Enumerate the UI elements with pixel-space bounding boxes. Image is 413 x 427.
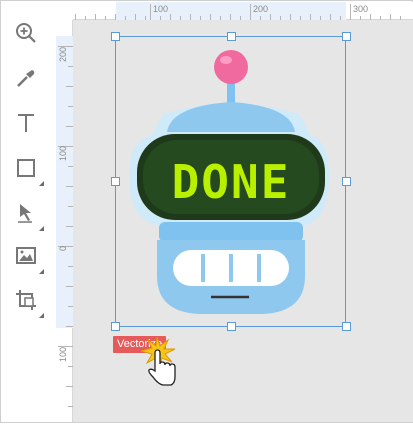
vertical-ruler-ticks: 200 100 0 100 xyxy=(56,36,73,407)
ruler-label: 100 xyxy=(58,347,68,362)
submenu-indicator-icon xyxy=(39,181,44,186)
pen-tool-button[interactable] xyxy=(8,195,44,231)
vertical-ruler: 200 100 0 100 xyxy=(56,20,73,422)
submenu-indicator-icon xyxy=(39,313,44,318)
rectangle-tool-icon xyxy=(17,159,35,177)
submenu-indicator-icon xyxy=(39,226,44,231)
color-picker-icon xyxy=(17,70,35,87)
horizontal-ruler: 100 200 300 xyxy=(73,2,413,20)
ruler-label: 0 xyxy=(58,246,68,251)
horizontal-ruler-ticks: 100 200 300 xyxy=(75,2,401,20)
crop-tool-button[interactable] xyxy=(8,282,44,318)
resize-handle-top[interactable] xyxy=(227,32,236,41)
color-picker-button[interactable] xyxy=(8,60,44,96)
text-tool-button[interactable] xyxy=(8,105,44,141)
tools-toolbar xyxy=(2,2,50,422)
editor-window: 100 200 300 200 100 0 100 DONE Vectorize xyxy=(0,0,413,423)
resize-handle-bottom[interactable] xyxy=(227,322,236,331)
submenu-indicator-icon xyxy=(39,269,44,274)
rectangle-tool-button[interactable] xyxy=(8,150,44,186)
crop-tool-icon xyxy=(16,290,36,310)
image-tool-icon xyxy=(16,247,36,264)
ruler-label: 100 xyxy=(58,146,68,161)
resize-handle-right[interactable] xyxy=(342,177,351,186)
ruler-label: 200 xyxy=(253,4,268,14)
zoom-tool-button[interactable] xyxy=(8,15,44,51)
resize-handle-bottom-left[interactable] xyxy=(111,322,120,331)
resize-handle-left[interactable] xyxy=(111,177,120,186)
zoom-in-icon xyxy=(16,23,36,43)
image-tool-button[interactable] xyxy=(8,238,44,274)
resize-handle-bottom-right[interactable] xyxy=(342,322,351,331)
ruler-label: 300 xyxy=(353,4,368,14)
selection-bounding-box[interactable] xyxy=(115,36,346,327)
text-tool-icon xyxy=(18,114,34,132)
click-cursor-icon xyxy=(141,337,176,386)
resize-handle-top-right[interactable] xyxy=(342,32,351,41)
ruler-label: 200 xyxy=(58,47,68,62)
resize-handle-top-left[interactable] xyxy=(111,32,120,41)
pen-tool-icon xyxy=(18,204,32,223)
ruler-label: 100 xyxy=(153,4,168,14)
